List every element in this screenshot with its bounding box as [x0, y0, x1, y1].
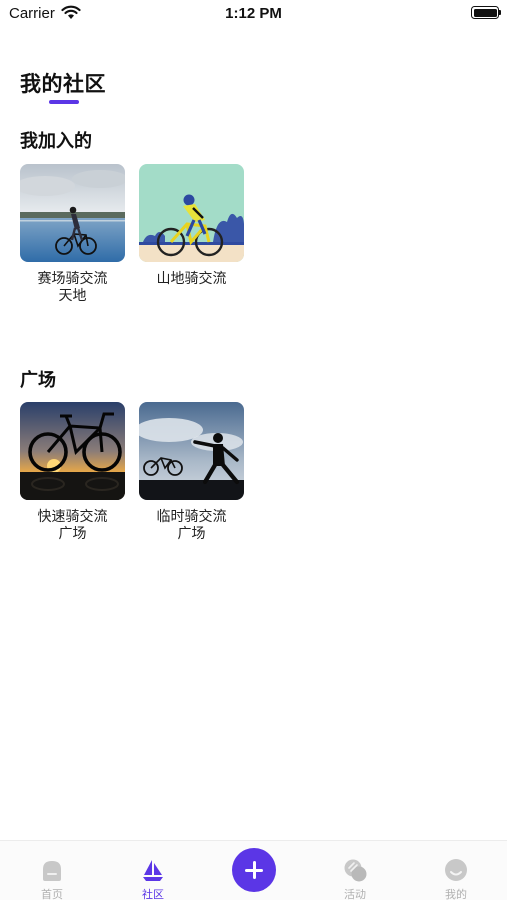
status-time: 1:12 PM — [225, 5, 282, 22]
page-title: 我的社区 — [20, 72, 106, 96]
section-title-square: 广场 — [20, 370, 56, 391]
title-underline — [49, 100, 79, 104]
tab-mine-label: 我的 — [445, 888, 467, 900]
community-name: 快速骑交流广场 — [37, 509, 108, 542]
status-bar: Carrier 1:12 PM — [0, 0, 507, 28]
section-title-joined: 我加入的 — [20, 131, 92, 152]
battery-icon — [471, 6, 499, 19]
tab-community-label: 社区 — [142, 888, 164, 900]
battery-cap — [499, 10, 501, 15]
home-icon — [43, 861, 61, 881]
community-name: 临时骑交流广场 — [156, 509, 227, 542]
sailboat-icon — [143, 860, 163, 881]
community-thumbnail — [20, 402, 125, 500]
activity-icon — [344, 859, 367, 882]
community-card-temporary[interactable]: 临时骑交流广场 — [139, 402, 244, 543]
community-thumbnail — [20, 164, 125, 262]
tab-mine[interactable]: 我的 — [416, 841, 496, 900]
smile-icon — [445, 859, 467, 881]
add-button[interactable] — [232, 848, 276, 892]
tab-home-label: 首页 — [41, 888, 63, 900]
tab-activity[interactable]: 活动 — [315, 841, 395, 900]
tab-activity-label: 活动 — [344, 888, 366, 900]
community-card-race[interactable]: 赛场骑交流天地 — [20, 164, 125, 305]
community-thumbnail — [139, 164, 244, 262]
community-card-fast[interactable]: 快速骑交流广场 — [20, 402, 125, 543]
tab-home[interactable]: 首页 — [12, 841, 92, 900]
community-name: 赛场骑交流天地 — [37, 271, 108, 304]
community-name: 山地骑交流 — [156, 271, 227, 287]
community-card-mountain[interactable]: 山地骑交流 — [139, 164, 244, 288]
tab-community[interactable]: 社区 — [113, 841, 193, 900]
community-thumbnail — [139, 402, 244, 500]
